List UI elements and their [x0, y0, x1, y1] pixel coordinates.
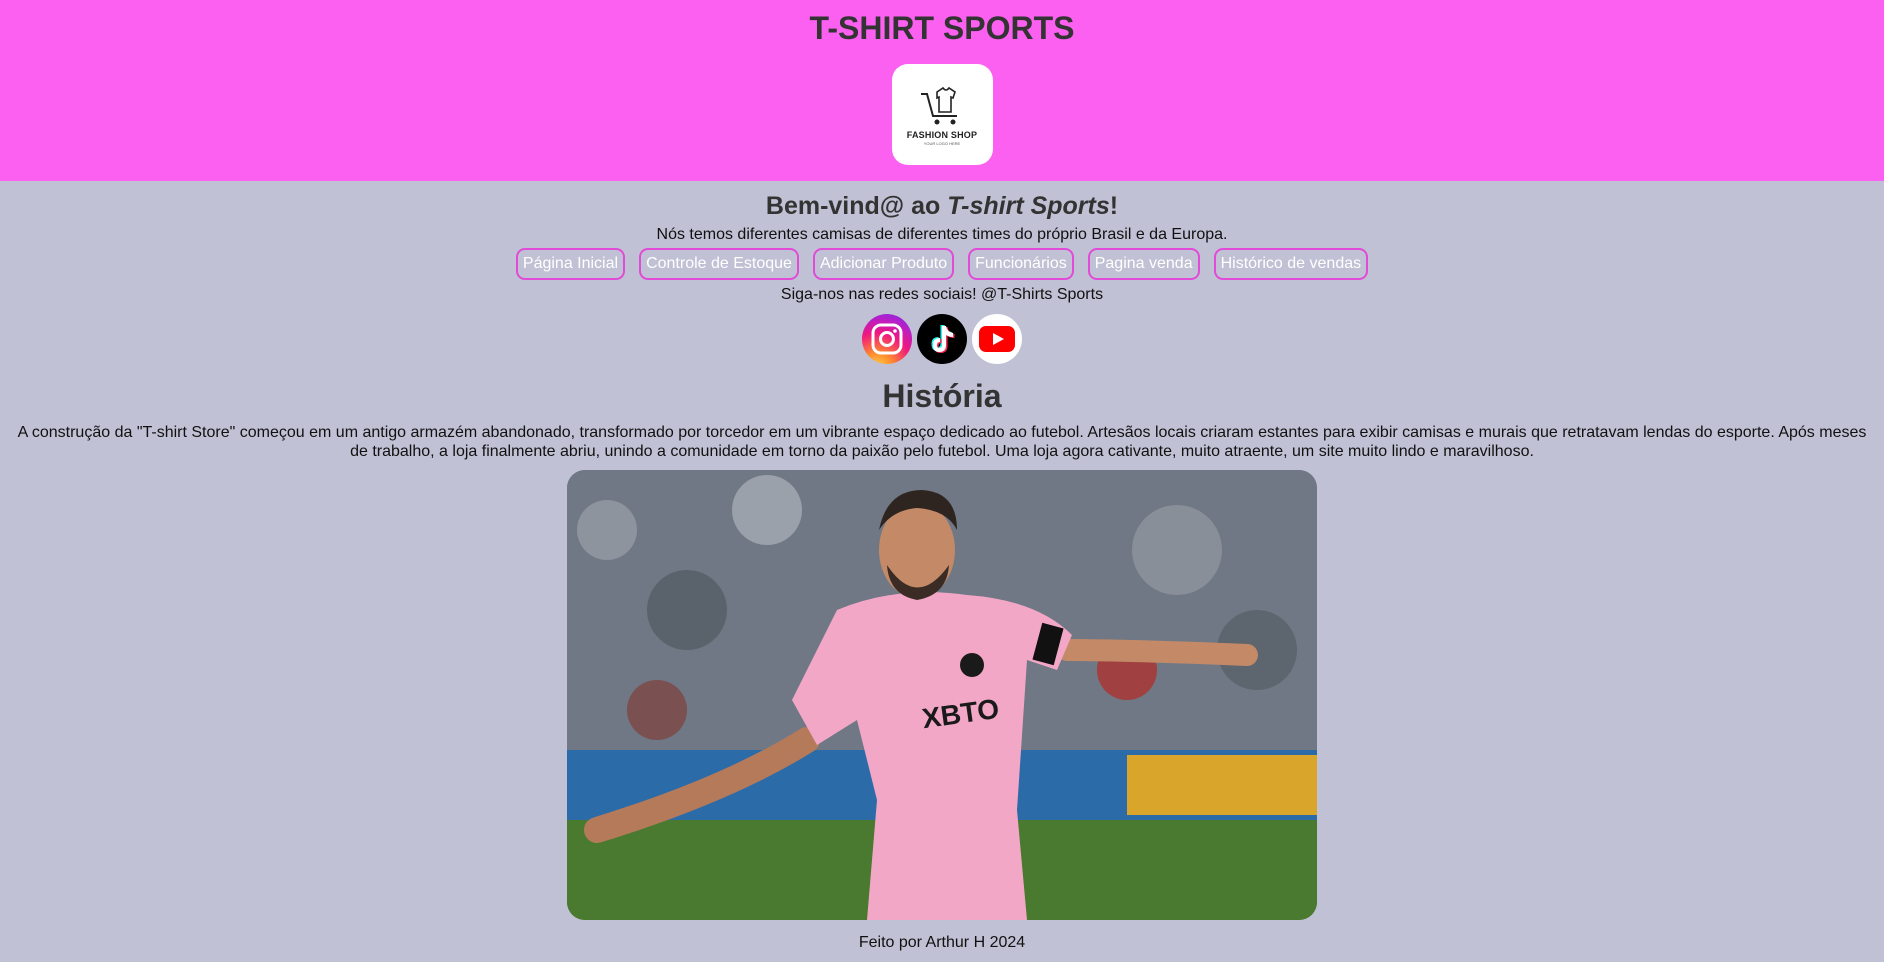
- welcome-prefix: Bem-vind@ ao: [765, 192, 948, 220]
- instagram-icon[interactable]: [862, 314, 912, 364]
- logo-text: FASHION SHOP: [906, 129, 978, 140]
- logo-subtext: YOUR LOGO HERE: [923, 140, 961, 146]
- main-nav: Página Inicial Controle de Estoque Adici…: [0, 248, 1884, 280]
- site-header: T-SHIRT SPORTS FASHION SHOP YOUR LOGO HE…: [0, 0, 1884, 181]
- history-text: A construção da "T-shirt Store" começou …: [17, 424, 1867, 460]
- welcome-brand: T-shirt Sports: [947, 192, 1110, 220]
- nav-sales-history-button[interactable]: Histórico de vendas: [1213, 248, 1369, 280]
- welcome-suffix: !: [1109, 192, 1119, 220]
- subtitle: Nós temos diferentes camisas de diferent…: [656, 226, 1228, 243]
- nav-stock-control-button[interactable]: Controle de Estoque: [639, 248, 799, 280]
- player-celebration-photo: XBTO: [567, 470, 1317, 920]
- site-title: T-SHIRT SPORTS: [809, 10, 1075, 46]
- welcome-heading: Bem-vind@ ao T-shirt Sports!: [0, 190, 1884, 222]
- follow-text: Siga-nos nas redes sociais! @T-Shirts Sp…: [780, 286, 1104, 303]
- shirt-cart-icon: [921, 86, 957, 124]
- footer: Feito por Arthur H 2024: [858, 934, 1026, 951]
- social-links: [0, 314, 1884, 364]
- main-content: Bem-vind@ ao T-shirt Sports! Nós temos d…: [0, 190, 1884, 953]
- youtube-icon[interactable]: [972, 314, 1022, 364]
- nav-add-product-button[interactable]: Adicionar Produto: [812, 248, 955, 280]
- fashion-shop-logo[interactable]: FASHION SHOP YOUR LOGO HERE: [891, 64, 993, 165]
- nav-employees-button[interactable]: Funcionários: [968, 248, 1074, 280]
- history-title: História: [882, 378, 1002, 414]
- nav-home-button[interactable]: Página Inicial: [515, 248, 626, 280]
- nav-sales-page-button[interactable]: Pagina venda: [1087, 248, 1200, 280]
- tiktok-icon[interactable]: [917, 314, 967, 364]
